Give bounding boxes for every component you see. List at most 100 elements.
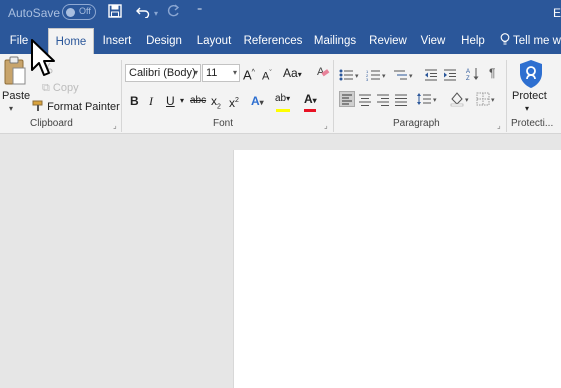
align-center-icon[interactable]: [358, 93, 372, 106]
group-divider: [121, 60, 122, 132]
format-painter-button[interactable]: Format Painter: [32, 100, 120, 113]
multilevel-list-icon[interactable]: ▾: [393, 68, 413, 80]
align-left-icon[interactable]: [339, 91, 355, 107]
show-formatting-marks-button[interactable]: ¶: [489, 64, 495, 82]
protect-shield-icon[interactable]: [518, 59, 544, 94]
highlight-color-swatch: [276, 109, 290, 112]
autosave-state: Off: [79, 6, 91, 16]
paste-button[interactable]: Paste: [2, 90, 30, 102]
mouse-pointer-icon: [30, 38, 56, 83]
tab-references[interactable]: References: [243, 28, 303, 54]
tab-help[interactable]: Help: [456, 28, 490, 54]
clipboard-launcher-icon[interactable]: ⌟: [113, 121, 117, 130]
svg-text:3: 3: [366, 77, 369, 81]
protect-button[interactable]: Protect: [512, 90, 547, 102]
group-divider: [506, 60, 507, 132]
tab-view[interactable]: View: [417, 28, 449, 54]
paragraph-launcher-icon[interactable]: ⌟: [497, 121, 501, 130]
font-color-swatch: [304, 109, 316, 112]
shrink-font-button[interactable]: Aˇ: [262, 65, 272, 86]
clear-formatting-icon[interactable]: A: [316, 64, 330, 83]
tab-review[interactable]: Review: [367, 28, 409, 54]
font-size-dropdown-icon: ▾: [232, 68, 237, 77]
font-name-select[interactable]: Calibri (Body) ▾: [125, 64, 201, 82]
title-partial-label: E: [553, 6, 561, 20]
format-painter-icon: [32, 100, 47, 113]
title-bar: AutoSave Off ▾ ⁼ E: [0, 0, 561, 28]
clipboard-group-label: Clipboard: [30, 118, 73, 129]
subscript-button[interactable]: x2: [211, 92, 221, 116]
underline-button[interactable]: U: [166, 92, 175, 110]
undo-icon[interactable]: [136, 4, 150, 21]
grow-font-button[interactable]: A^: [243, 64, 255, 84]
protection-group-label: Protecti...: [511, 118, 554, 129]
tab-insert[interactable]: Insert: [99, 28, 135, 54]
svg-text:▾: ▾: [355, 73, 359, 80]
undo-dropdown-icon[interactable]: ▾: [154, 9, 158, 18]
svg-text:▾: ▾: [465, 97, 469, 104]
document-area: [0, 135, 561, 388]
change-case-button[interactable]: Aa▾: [283, 64, 302, 84]
text-effects-button[interactable]: A▾: [251, 92, 264, 112]
paste-dropdown-icon[interactable]: ▾: [9, 104, 13, 113]
bullets-icon[interactable]: ▾: [339, 68, 359, 81]
font-name-value: Calibri (Body): [129, 67, 196, 79]
font-launcher-icon[interactable]: ⌟: [324, 121, 328, 130]
highlight-label: ab: [275, 93, 287, 104]
text-effects-label: A: [251, 94, 260, 108]
svg-text:▾: ▾: [491, 97, 495, 104]
autosave-label: AutoSave: [8, 6, 61, 20]
svg-text:A: A: [466, 69, 470, 75]
font-size-value: 11: [206, 67, 218, 79]
document-page[interactable]: [233, 150, 561, 388]
customize-qat-icon[interactable]: ⁼: [197, 6, 202, 17]
numbering-icon[interactable]: 1 2 3 ▾: [366, 68, 386, 82]
copy-label: Copy: [52, 82, 79, 94]
line-spacing-icon[interactable]: ▾: [416, 92, 440, 105]
increase-indent-icon[interactable]: [443, 68, 457, 81]
font-group-label: Font: [213, 118, 234, 129]
font-color-button[interactable]: A▾: [304, 90, 317, 110]
paste-icon[interactable]: [4, 56, 26, 86]
svg-text:▾: ▾: [382, 73, 386, 80]
save-icon[interactable]: [108, 4, 122, 21]
copy-icon: ⧉: [42, 82, 50, 94]
tell-me-text: Tell me w: [513, 35, 561, 47]
ribbon: Paste ▾ ⧉ Copy Format Painter Clipboard …: [0, 54, 561, 134]
bold-button[interactable]: B: [130, 92, 139, 110]
grow-font-label: A: [243, 67, 252, 83]
svg-text:Z: Z: [466, 76, 470, 81]
borders-icon[interactable]: ▾: [476, 92, 500, 106]
copy-button[interactable]: ⧉ Copy: [42, 82, 79, 95]
italic-button[interactable]: I: [149, 92, 153, 110]
redo-icon[interactable]: [166, 4, 180, 21]
paragraph-group-label: Paragraph: [393, 118, 440, 129]
superscript-button[interactable]: x2: [229, 92, 239, 112]
shading-icon[interactable]: ▾: [450, 91, 474, 107]
decrease-indent-icon[interactable]: [424, 68, 438, 81]
svg-text:▾: ▾: [433, 97, 437, 104]
protect-dropdown-icon[interactable]: ▾: [525, 100, 529, 118]
group-divider: [333, 60, 334, 132]
format-painter-label: Format Painter: [47, 101, 120, 113]
autosave-toggle[interactable]: Off: [62, 4, 96, 20]
font-size-select[interactable]: 11 ▾: [202, 64, 240, 82]
superscript-mark: 2: [235, 97, 239, 104]
font-name-dropdown-icon: ▾: [193, 68, 198, 77]
ribbon-tab-row: File Home Insert Design Layout Reference…: [0, 28, 561, 54]
tab-mailings[interactable]: Mailings: [310, 28, 360, 54]
sort-icon[interactable]: AZ: [466, 67, 480, 82]
tab-design[interactable]: Design: [142, 28, 186, 54]
lightbulb-icon: [500, 33, 513, 47]
tell-me-search[interactable]: Tell me w: [500, 28, 561, 54]
underline-dropdown-icon[interactable]: ▾: [180, 92, 184, 110]
highlight-button[interactable]: ab▾: [275, 90, 290, 108]
tab-layout[interactable]: Layout: [193, 28, 235, 54]
toggle-knob: [66, 8, 75, 17]
align-right-icon[interactable]: [376, 93, 390, 106]
strikethrough-button[interactable]: abc: [190, 92, 206, 110]
change-case-label: Aa: [283, 66, 298, 80]
svg-text:▾: ▾: [409, 73, 413, 80]
font-color-label: A: [304, 92, 313, 106]
justify-icon[interactable]: [394, 93, 408, 106]
